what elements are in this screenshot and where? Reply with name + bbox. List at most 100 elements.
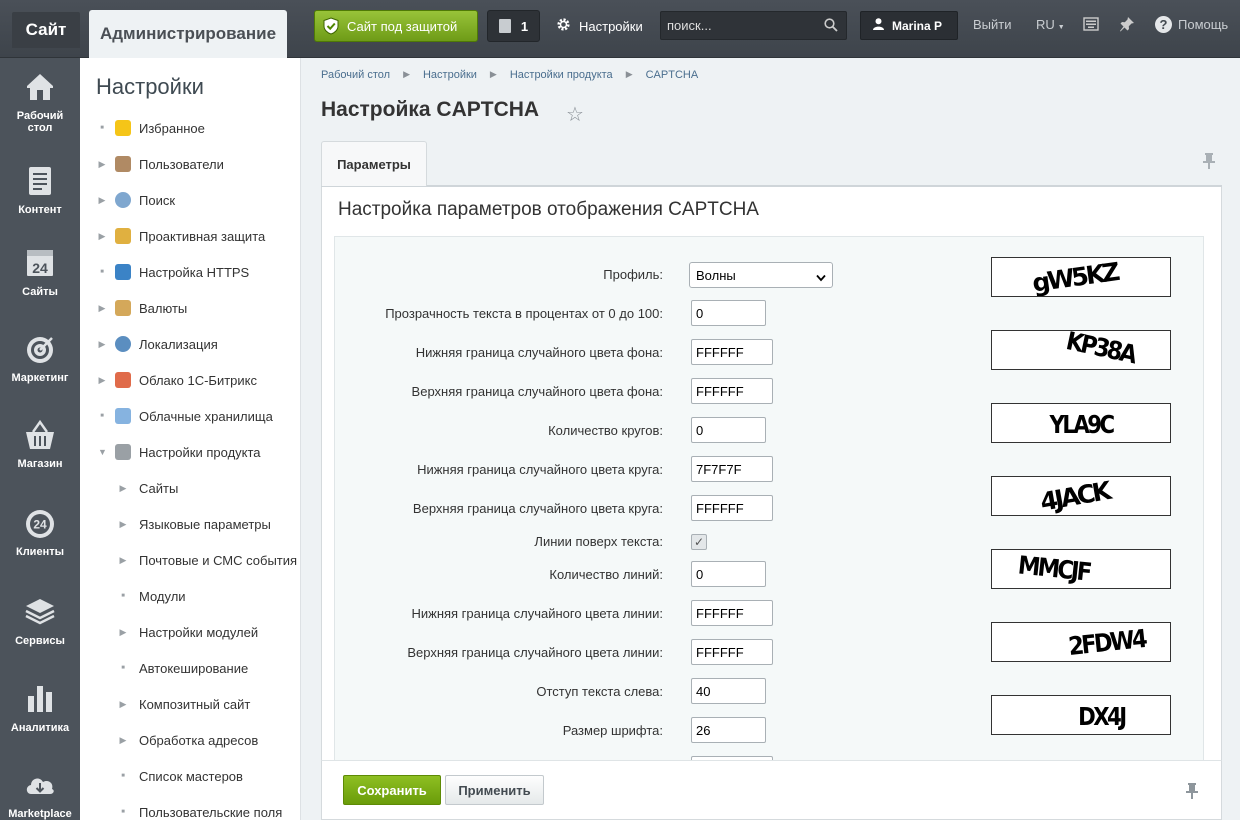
sidebar-subitem[interactable]: ▶ Языковые параметры	[80, 514, 300, 534]
sidebar-item[interactable]: ▶ Облако 1С-Битрикс	[80, 370, 300, 390]
breadcrumb-item-desktop[interactable]: Рабочий стол	[321, 69, 390, 81]
lines-count-input[interactable]	[691, 561, 766, 587]
sidebar-subitem[interactable]: ▶ Композитный сайт	[80, 694, 300, 714]
circle-color-min-input[interactable]	[691, 456, 773, 482]
chevron-right-icon[interactable]: ▶	[98, 231, 106, 242]
lines-over-text-checkbox[interactable]: ✓	[691, 534, 707, 550]
font-size-input[interactable]	[691, 717, 766, 743]
sidebar-item[interactable]: ▶ Пользователи	[80, 154, 300, 174]
sidebar-subitem[interactable]: ▶ Обработка адресов	[80, 730, 300, 750]
chevron-right-icon[interactable]: ▶	[119, 483, 127, 494]
admin-tab[interactable]: Администрирование	[89, 10, 287, 58]
notifications-button[interactable]: 1	[487, 10, 540, 42]
site-tab[interactable]: Сайт	[12, 12, 80, 48]
sidebar-item[interactable]: ▶ Поиск	[80, 190, 300, 210]
bullet-icon: ■	[100, 125, 104, 131]
menu-marketplace[interactable]: Marketplace	[0, 768, 80, 820]
pin-icon[interactable]	[1119, 16, 1135, 35]
line-color-max-input[interactable]	[691, 639, 773, 665]
search-icon[interactable]	[824, 18, 838, 35]
sidebar-item[interactable]: ■ Облачные хранилища	[80, 406, 300, 426]
breadcrumb-item-settings[interactable]: Настройки	[423, 69, 477, 81]
menu-sites[interactable]: 24 Сайты	[0, 246, 80, 298]
sidebar-item-label: Пользователи	[139, 156, 224, 172]
chevron-down-icon[interactable]: ▼	[98, 447, 107, 457]
bg-color-max-label: Верхняя граница случайного цвета фона:	[411, 384, 663, 399]
menu-marketing[interactable]: Маркетинг	[0, 332, 80, 384]
site-secure-button[interactable]: Сайт под защитой	[314, 10, 478, 42]
user-menu[interactable]: Marina P	[860, 11, 958, 40]
menu-analytics-label: Аналитика	[10, 722, 70, 734]
menu-marketplace-label: Marketplace	[8, 808, 72, 820]
language-selector[interactable]: RU ▼	[1036, 17, 1065, 32]
chevron-right-icon[interactable]: ▶	[98, 339, 106, 350]
circles-count-label: Количество кругов:	[548, 423, 663, 438]
settings-panel: Настройка параметров отображения CAPTCHA…	[321, 187, 1222, 763]
save-button[interactable]: Сохранить	[343, 775, 441, 805]
keyboard-icon[interactable]	[1083, 16, 1099, 35]
sidebar-subitem[interactable]: ▶ Настройки модулей	[80, 622, 300, 642]
sidebar-item-label: Валюты	[139, 300, 188, 316]
search-input[interactable]	[661, 12, 821, 39]
line-color-min-input[interactable]	[691, 600, 773, 626]
tab-bar: Параметры	[321, 141, 1222, 187]
sidebar-item[interactable]: ▶ Проактивная защита	[80, 226, 300, 246]
profile-select[interactable]: Волны	[689, 262, 833, 288]
line-color-min-label: Нижняя граница случайного цвета линии:	[411, 606, 663, 621]
sidebar-item[interactable]: ▶ Валюты	[80, 298, 300, 318]
sidebar-subitem[interactable]: ■ Автокеширование	[80, 658, 300, 678]
captcha-text: YLA9C	[1049, 410, 1116, 439]
tab-parameters[interactable]: Параметры	[321, 141, 427, 186]
sidebar-subitem[interactable]: ▶ Сайты	[80, 478, 300, 498]
sidebar-item[interactable]: ▼ Настройки продукта	[80, 442, 300, 462]
text-transparency-input[interactable]	[691, 300, 766, 326]
chevron-right-icon[interactable]: ▶	[119, 699, 127, 710]
apply-button[interactable]: Применить	[445, 775, 544, 805]
search-box	[660, 11, 847, 40]
https-lock-icon	[115, 264, 131, 280]
sidebar-subitem[interactable]: ■ Пользовательские поля	[80, 802, 300, 820]
chevron-right-icon[interactable]: ▶	[98, 303, 106, 314]
help-label: Помощь	[1178, 17, 1229, 32]
menu-content[interactable]: Контент	[0, 164, 80, 216]
chevron-right-icon[interactable]: ▶	[119, 735, 127, 746]
circle-color-max-input[interactable]	[691, 495, 773, 521]
menu-desktop[interactable]: Рабочий стол	[0, 70, 80, 134]
logout-link[interactable]: Выйти	[973, 17, 1012, 32]
bg-color-min-input[interactable]	[691, 339, 773, 365]
chevron-right-icon[interactable]: ▶	[98, 159, 106, 170]
chevron-right-icon[interactable]: ▶	[98, 195, 106, 206]
sidebar-subitem[interactable]: ■ Список мастеров	[80, 766, 300, 786]
sidebar-subitem[interactable]: ▶ Почтовые и СМС события	[80, 550, 300, 570]
menu-content-label: Контент	[18, 204, 62, 216]
sidebar-subitem-label: Обработка адресов	[139, 732, 259, 748]
breadcrumb-item-product-settings[interactable]: Настройки продукта	[510, 69, 613, 81]
sidebar-subitem-label: Список мастеров	[139, 768, 243, 784]
menu-shop[interactable]: Магазин	[0, 418, 80, 470]
circles-count-input[interactable]	[691, 417, 766, 443]
favorite-star-icon[interactable]: ☆	[566, 102, 584, 127]
menu-clients[interactable]: 24 Клиенты	[0, 506, 80, 558]
sidebar-item[interactable]: ■ Настройка HTTPS	[80, 262, 300, 282]
sidebar-item[interactable]: ■ Избранное	[80, 118, 300, 138]
sidebar-item[interactable]: ▶ Локализация	[80, 334, 300, 354]
bg-color-max-input[interactable]	[691, 378, 773, 404]
bullet-icon: ■	[100, 413, 104, 419]
settings-link[interactable]: Настройки	[556, 10, 643, 42]
sidebar-subitem[interactable]: ■ Модули	[80, 586, 300, 606]
chevron-right-icon[interactable]: ▶	[119, 519, 127, 530]
bullet-icon: ■	[121, 593, 125, 599]
panel-title: Настройка параметров отображения CAPTCHA	[338, 199, 759, 220]
pin-icon[interactable]	[1185, 783, 1199, 802]
breadcrumb-item-captcha[interactable]: CAPTCHA	[646, 69, 699, 81]
text-left-offset-input[interactable]	[691, 678, 766, 704]
target-icon	[23, 332, 57, 366]
chevron-right-icon[interactable]: ▶	[98, 375, 106, 386]
menu-analytics[interactable]: Аналитика	[0, 682, 80, 734]
help-link[interactable]: ? Помощь	[1155, 16, 1228, 33]
pin-icon[interactable]	[1202, 153, 1216, 172]
chevron-right-icon[interactable]: ▶	[119, 555, 127, 566]
menu-services[interactable]: Сервисы	[0, 595, 80, 647]
menu-clients-label: Клиенты	[15, 546, 64, 558]
chevron-right-icon[interactable]: ▶	[119, 627, 127, 638]
